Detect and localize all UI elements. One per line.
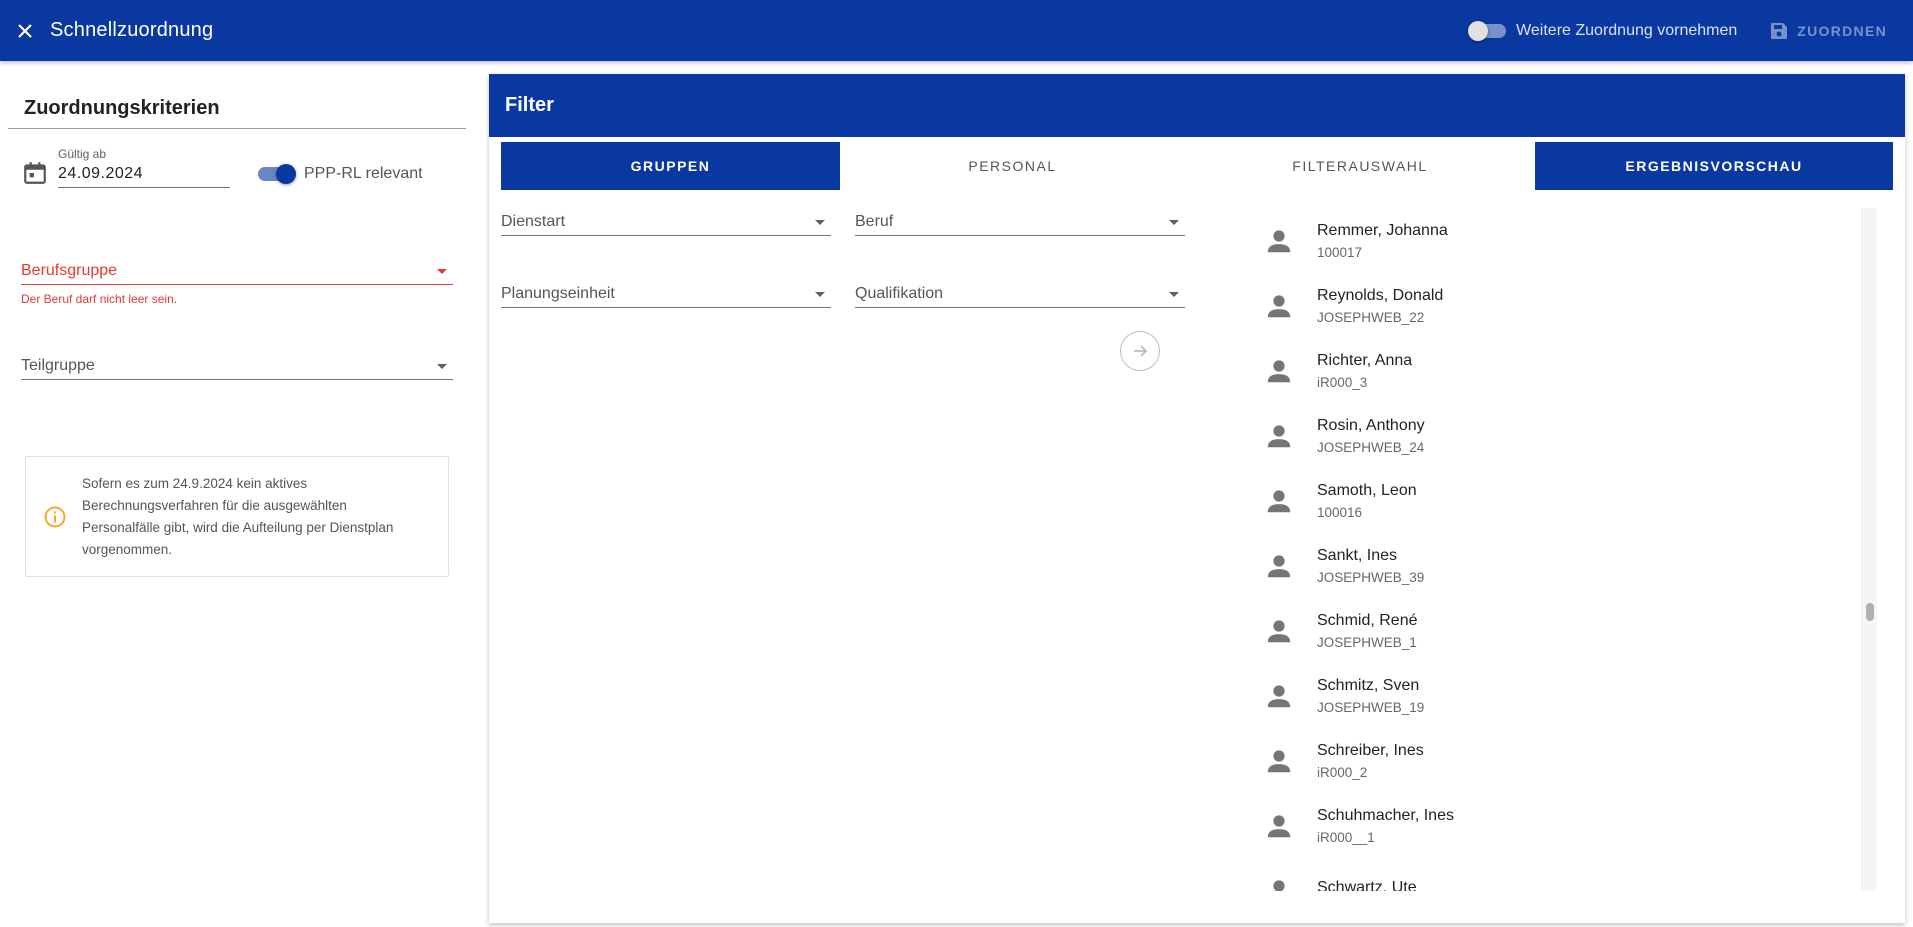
person-id: iR000_3 — [1317, 374, 1368, 390]
app-bar: Schnellzuordnung Weitere Zuordnung vorne… — [0, 0, 1913, 61]
person-id: JOSEPHWEB_24 — [1317, 439, 1425, 455]
list-item[interactable]: Reynolds, Donald JOSEPHWEB_22 — [1241, 273, 1855, 338]
result-preview-list: Remmer, Johanna 100017 Reynolds, Donald … — [1241, 208, 1855, 891]
list-item[interactable]: Richter, Anna iR000_3 — [1241, 338, 1855, 403]
chevron-down-icon — [815, 292, 825, 297]
person-id: JOSEPHWEB_39 — [1317, 569, 1425, 585]
person-icon — [1267, 749, 1291, 772]
person-name: Schreiber, Ines — [1317, 741, 1424, 759]
person-icon — [1267, 814, 1291, 837]
dienstart-label: Dienstart — [501, 213, 566, 230]
tab-ergebnisvorschau[interactable]: ERGEBNISVORSCHAU — [1535, 142, 1893, 190]
assign-button[interactable]: ZUORDNEN — [1769, 21, 1887, 41]
person-icon — [1267, 359, 1291, 382]
results-scrollbar[interactable] — [1861, 208, 1877, 891]
person-name: Remmer, Johanna — [1317, 221, 1448, 239]
person-id: JOSEPHWEB_19 — [1317, 699, 1425, 715]
info-text: Sofern es zum 24.9.2024 kein aktives Ber… — [82, 475, 394, 557]
person-icon — [1267, 229, 1291, 252]
chevron-down-icon — [1169, 220, 1179, 225]
chevron-down-icon — [437, 364, 447, 369]
planungseinheit-select[interactable]: Planungseinheit — [501, 282, 831, 308]
criteria-heading: Zuordnungskriterien — [8, 97, 466, 129]
person-icon — [1267, 684, 1291, 707]
further-assignment-toggle[interactable]: Weitere Zuordnung vornehmen — [1468, 20, 1738, 41]
list-item[interactable]: Schuhmacher, Ines iR000__1 — [1241, 793, 1855, 858]
info-box: Sofern es zum 24.9.2024 kein aktives Ber… — [25, 456, 449, 577]
list-item[interactable]: Schwartz, Ute — [1241, 858, 1855, 891]
dialog-title: Schnellzuordnung — [50, 19, 214, 41]
person-id: iR000__1 — [1317, 829, 1375, 845]
list-item[interactable]: Remmer, Johanna 100017 — [1241, 208, 1855, 273]
arrow-right-icon — [1134, 345, 1148, 357]
info-icon — [44, 506, 66, 527]
assign-label: ZUORDNEN — [1797, 22, 1887, 39]
tab-gruppen[interactable]: GRUPPEN — [501, 142, 840, 190]
close-icon — [18, 23, 32, 38]
qualifikation-select[interactable]: Qualifikation — [855, 282, 1185, 308]
person-id: iR000_2 — [1317, 764, 1368, 780]
toggle-switch[interactable] — [1468, 20, 1507, 41]
planungseinheit-label: Planungseinheit — [501, 285, 615, 302]
person-icon — [1267, 294, 1291, 317]
beruf-label: Beruf — [855, 213, 894, 230]
person-name: Schuhmacher, Ines — [1317, 806, 1454, 824]
teilgruppe-select[interactable]: Teilgruppe — [21, 354, 453, 380]
chevron-down-icon — [815, 220, 825, 225]
chevron-down-icon — [437, 269, 447, 274]
valid-from-label: Gültig ab — [58, 147, 107, 161]
person-name: Schmitz, Sven — [1317, 676, 1420, 694]
qualifikation-label: Qualifikation — [855, 285, 944, 302]
person-name: Rosin, Anthony — [1317, 416, 1425, 434]
person-icon — [1267, 619, 1291, 642]
person-id: JOSEPHWEB_1 — [1317, 634, 1417, 650]
list-item[interactable]: Samoth, Leon 100016 — [1241, 468, 1855, 533]
ppp-rl-label: PPP-RL relevant — [304, 165, 423, 182]
valid-from-input[interactable]: 24.09.2024 — [58, 165, 230, 183]
filter-tabs: GRUPPEN PERSONAL FILTERAUSWAHL ERGEBNISV… — [501, 142, 1893, 190]
further-assignment-label: Weitere Zuordnung vornehmen — [1516, 21, 1738, 39]
filter-panel: Filter GRUPPEN PERSONAL FILTERAUSWAHL ER… — [489, 74, 1905, 923]
save-icon — [1771, 22, 1788, 39]
apply-filter-button[interactable] — [1120, 331, 1160, 371]
dienstart-select[interactable]: Dienstart — [501, 210, 831, 236]
beruf-select[interactable]: Beruf — [855, 210, 1185, 236]
person-name: Reynolds, Donald — [1317, 286, 1444, 304]
calendar-icon[interactable] — [22, 160, 48, 186]
person-id: 100016 — [1317, 504, 1363, 520]
criteria-panel: Zuordnungskriterien Gültig ab 24.09.2024… — [8, 61, 466, 927]
tab-personal[interactable]: PERSONAL — [840, 142, 1185, 190]
list-item[interactable]: Rosin, Anthony JOSEPHWEB_24 — [1241, 403, 1855, 468]
teilgruppe-label: Teilgruppe — [21, 357, 95, 374]
berufsgruppe-select[interactable]: Berufsgruppe — [21, 259, 453, 285]
chevron-down-icon — [1169, 292, 1179, 297]
list-item[interactable]: Schreiber, Ines iR000_2 — [1241, 728, 1855, 793]
scrollbar-thumb[interactable] — [1866, 603, 1874, 621]
person-name: Sankt, Ines — [1317, 546, 1398, 564]
valid-from-field[interactable]: Gültig ab 24.09.2024 — [22, 147, 230, 188]
person-id: JOSEPHWEB_22 — [1317, 309, 1425, 325]
person-id: 100017 — [1317, 244, 1363, 260]
filter-title: Filter — [489, 74, 1905, 137]
person-name: Samoth, Leon — [1317, 481, 1417, 499]
list-item[interactable]: Schmid, René JOSEPHWEB_1 — [1241, 598, 1855, 663]
list-item[interactable]: Schmitz, Sven JOSEPHWEB_19 — [1241, 663, 1855, 728]
tab-filterauswahl[interactable]: FILTERAUSWAHL — [1185, 142, 1535, 190]
berufsgruppe-error: Der Beruf darf nicht leer sein. — [21, 292, 178, 306]
person-name: Schmid, René — [1317, 611, 1418, 629]
close-button[interactable] — [0, 0, 50, 61]
person-icon — [1267, 489, 1291, 512]
berufsgruppe-label: Berufsgruppe — [21, 262, 118, 279]
ppp-rl-toggle[interactable]: PPP-RL relevant — [258, 164, 423, 184]
person-name: Richter, Anna — [1317, 351, 1413, 369]
person-icon — [1267, 424, 1291, 447]
person-icon — [1273, 879, 1285, 891]
person-name: Schwartz, Ute — [1317, 879, 1417, 891]
person-icon — [1267, 554, 1291, 577]
list-item[interactable]: Sankt, Ines JOSEPHWEB_39 — [1241, 533, 1855, 598]
ppp-rl-switch[interactable] — [258, 164, 296, 184]
